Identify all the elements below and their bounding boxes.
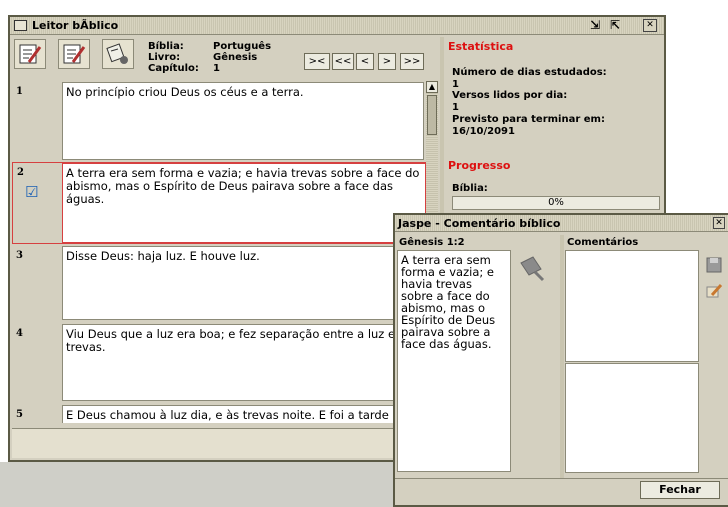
divider <box>395 478 728 479</box>
days-studied-value: 1 <box>452 79 459 90</box>
edit-comment-icon <box>706 283 723 298</box>
verse-row[interactable]: 4 Viu Deus que a luz era boa; e fez sepa… <box>12 322 434 403</box>
verse-number: 5 <box>16 409 23 420</box>
desktop-area <box>0 462 395 507</box>
book-value: Gênesis <box>213 52 258 63</box>
panel-divider[interactable] <box>560 235 564 479</box>
minimize-icon[interactable]: ⇲ <box>590 18 600 32</box>
maximize-icon[interactable]: ⇱ <box>610 18 620 32</box>
forecast-value: 16/10/2091 <box>452 126 515 137</box>
scroll-thumb[interactable] <box>427 95 437 135</box>
verse-text[interactable]: Viu Deus que a luz era boa; e fez separa… <box>62 324 424 401</box>
status-bar <box>12 428 438 458</box>
notes-button-1[interactable] <box>14 39 46 69</box>
close-button[interactable]: Fechar <box>640 481 720 499</box>
bible-progress-label: Bíblia: <box>452 183 488 194</box>
forecast-label: Previsto para terminar em: <box>452 114 605 125</box>
verses-per-day-label: Versos lidos por dia: <box>452 90 568 101</box>
verse-text[interactable]: E Deus chamou à luz dia, e às trevas noi… <box>62 405 424 423</box>
progress-percentage: 0% <box>548 197 564 208</box>
verse-row[interactable]: 5 E Deus chamou à luz dia, e às trevas n… <box>12 403 434 423</box>
verse-reference: Gênesis 1:2 <box>399 237 465 248</box>
comment-editor[interactable] <box>565 363 699 473</box>
verse-row-selected[interactable]: 2 ☑ A terra era sem forma e vazia; e hav… <box>12 162 434 244</box>
next-chapter-button[interactable]: >> <box>400 53 424 70</box>
edit-notes-icon-2 <box>63 44 86 64</box>
save-icon <box>706 257 722 273</box>
verse-list: 1 No princípio criou Deus os céus e a te… <box>12 80 440 423</box>
settings-button[interactable] <box>102 39 134 69</box>
chapter-value: 1 <box>213 63 220 74</box>
verse-number: 3 <box>16 250 23 261</box>
previous-chapter-button[interactable]: << <box>332 53 354 70</box>
verse-number: 4 <box>16 328 23 339</box>
verse-number: 1 <box>16 86 23 97</box>
panel-divider[interactable] <box>440 37 444 227</box>
verse-number: 2 <box>17 167 24 178</box>
edit-comment-button[interactable] <box>704 281 726 303</box>
settings-pen-icon <box>106 43 128 64</box>
next-verse-button[interactable]: > <box>378 53 396 70</box>
statistics-title: Estatística <box>448 40 514 53</box>
pin-button[interactable] <box>515 253 549 285</box>
comments-label: Comentários <box>567 237 639 248</box>
close-icon[interactable]: ✕ <box>643 19 657 32</box>
selected-verse-text: A terra era sem forma e vazia; e havia t… <box>397 250 511 472</box>
progress-title: Progresso <box>448 159 511 172</box>
commentary-window: Jaspe - Comentário bíblico ✕ Gênesis 1:2… <box>393 213 728 507</box>
commentary-title-bar[interactable]: Jaspe - Comentário bíblico ✕ <box>395 215 728 232</box>
scroll-up-icon[interactable]: ▲ <box>426 81 438 93</box>
pin-icon <box>520 256 545 282</box>
days-studied-label: Número de dias estudados: <box>452 67 607 78</box>
previous-verse-button[interactable]: < <box>356 53 374 70</box>
save-comment-button[interactable] <box>704 255 726 277</box>
edit-notes-icon <box>19 44 42 64</box>
window-icon <box>14 20 27 31</box>
verse-row[interactable]: 1 No princípio criou Deus os céus e a te… <box>12 80 434 162</box>
title-bar[interactable]: Leitor bÃ­blico ⇲ ⇱ ✕ <box>10 17 664 35</box>
window-title: Leitor bÃ­blico <box>32 19 119 32</box>
verse-text[interactable]: No princípio criou Deus os céus e a terr… <box>62 82 424 160</box>
notes-button-2[interactable] <box>58 39 90 69</box>
commentary-close-icon[interactable]: ✕ <box>713 217 725 229</box>
checkbox-checked-icon[interactable]: ☑ <box>25 185 38 200</box>
verse-row[interactable]: 3 Disse Deus: haja luz. E houve luz. <box>12 244 434 322</box>
verses-per-day-value: 1 <box>452 102 459 113</box>
bible-label: Bíblia: <box>148 41 184 52</box>
book-label: Livro: <box>148 52 181 63</box>
comments-list[interactable] <box>565 250 699 362</box>
verse-text[interactable]: A terra era sem forma e vazia; e havia t… <box>62 163 426 243</box>
first-verse-button[interactable]: >< <box>304 53 330 70</box>
bible-value: Português <box>213 41 272 52</box>
statistics-panel: Estatística Número de dias estudados: 1 … <box>440 37 664 227</box>
verse-text[interactable]: Disse Deus: haja luz. E houve luz. <box>62 246 424 320</box>
chapter-label: Capítulo: <box>148 63 199 74</box>
commentary-title: Jaspe - Comentário bíblico <box>398 217 561 230</box>
bible-progress-bar: 0% <box>452 196 660 210</box>
